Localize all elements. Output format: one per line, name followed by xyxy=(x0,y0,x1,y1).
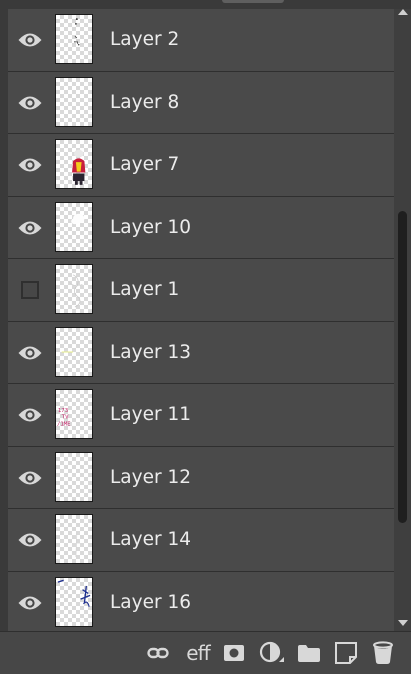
layer-name[interactable]: Layer 12 xyxy=(110,447,191,509)
layer-row[interactable]: Layer 10 xyxy=(8,196,394,259)
svg-text:173: 173 xyxy=(58,408,68,414)
eye-icon xyxy=(18,221,42,234)
visibility-toggle[interactable] xyxy=(17,153,43,177)
visibility-toggle[interactable] xyxy=(17,91,43,115)
layer-thumbnail[interactable] xyxy=(55,264,93,314)
eye-icon xyxy=(18,96,42,109)
layer-name[interactable]: Layer 2 xyxy=(110,9,179,71)
layers-list: Layer 2 Layer 8 Layer 7 Layer 10 Layer 1 Laye… xyxy=(8,9,394,631)
layer-thumbnail[interactable]: 173 TV/1ME xyxy=(55,389,93,439)
visibility-toggle[interactable] xyxy=(17,341,43,365)
adjustment-layer-button[interactable] xyxy=(259,640,285,666)
visibility-toggle[interactable] xyxy=(17,278,43,302)
layer-name[interactable]: Layer 13 xyxy=(110,322,191,384)
scroll-down-arrow[interactable] xyxy=(398,620,408,626)
eye-icon xyxy=(18,596,42,609)
svg-text:TV: TV xyxy=(62,415,69,421)
layer-name[interactable]: Layer 8 xyxy=(110,72,179,134)
layer-thumbnail[interactable] xyxy=(55,514,93,564)
eye-icon xyxy=(18,33,42,47)
eye-icon xyxy=(18,533,42,547)
layer-row[interactable]: Layer 16 xyxy=(8,571,394,632)
layers-scrollbar[interactable] xyxy=(394,9,411,631)
layer-effects-button[interactable]: eff xyxy=(184,640,212,666)
layer-name[interactable]: Layer 10 xyxy=(110,197,191,259)
layer-name[interactable]: Layer 16 xyxy=(110,572,191,632)
layer-row[interactable]: Layer 13 xyxy=(8,321,394,384)
layer-name[interactable]: Layer 14 xyxy=(110,509,191,571)
delete-icon xyxy=(373,641,393,664)
layer-row[interactable]: Layer 2 xyxy=(8,9,394,72)
panel-left-border xyxy=(0,0,8,674)
layer-row[interactable]: Layer 1 xyxy=(8,259,394,322)
eye-icon xyxy=(18,346,42,359)
layer-thumbnail[interactable] xyxy=(55,451,93,502)
layers-toolbar: eff xyxy=(0,631,411,674)
svg-text:/1ME: /1ME xyxy=(57,421,71,427)
delete-layer-button[interactable] xyxy=(372,640,394,666)
layer-row[interactable]: Layer 8 xyxy=(8,71,394,134)
eye-icon xyxy=(18,158,42,172)
new-layer-button[interactable] xyxy=(333,640,359,666)
visibility-toggle[interactable] xyxy=(17,466,43,490)
visibility-toggle[interactable] xyxy=(17,528,43,552)
layer-thumbnail[interactable] xyxy=(55,576,93,627)
layer-row[interactable]: Layer 7 xyxy=(8,134,394,197)
layer-row[interactable]: Layer 14 xyxy=(8,509,394,572)
layer-row[interactable]: 173 TV/1ME Layer 11 xyxy=(8,384,394,447)
link-layers-button[interactable] xyxy=(147,640,169,666)
adjustment-icon xyxy=(259,641,284,663)
visibility-toggle[interactable] xyxy=(17,403,43,427)
visibility-toggle[interactable] xyxy=(17,28,43,52)
folder-icon xyxy=(298,644,320,662)
layer-name[interactable]: Layer 1 xyxy=(110,259,179,321)
layer-thumbnail[interactable] xyxy=(55,14,93,64)
layer-thumbnail[interactable] xyxy=(55,326,93,377)
new-group-button[interactable] xyxy=(297,640,321,666)
layer-row[interactable]: Layer 12 xyxy=(8,446,394,509)
visibility-toggle[interactable] xyxy=(17,216,43,240)
eye-icon xyxy=(18,408,42,422)
panel-resize-grip[interactable] xyxy=(222,0,284,3)
add-mask-button[interactable] xyxy=(223,640,245,666)
panel-top-bar xyxy=(0,0,411,9)
hidden-checkbox-icon xyxy=(21,281,39,299)
layer-thumbnail[interactable] xyxy=(55,76,93,127)
layer-thumbnail[interactable] xyxy=(55,201,93,252)
effects-icon: eff xyxy=(186,641,210,665)
layer-thumbnail[interactable] xyxy=(55,139,93,189)
scroll-up-arrow[interactable] xyxy=(398,9,408,15)
layer-name[interactable]: Layer 11 xyxy=(110,384,191,446)
mask-icon xyxy=(224,645,244,661)
scroll-thumb[interactable] xyxy=(398,211,407,523)
link-icon xyxy=(147,647,169,659)
layer-name[interactable]: Layer 7 xyxy=(110,134,179,196)
visibility-toggle[interactable] xyxy=(17,591,43,615)
new-layer-icon xyxy=(335,642,357,664)
eye-icon xyxy=(18,471,42,484)
